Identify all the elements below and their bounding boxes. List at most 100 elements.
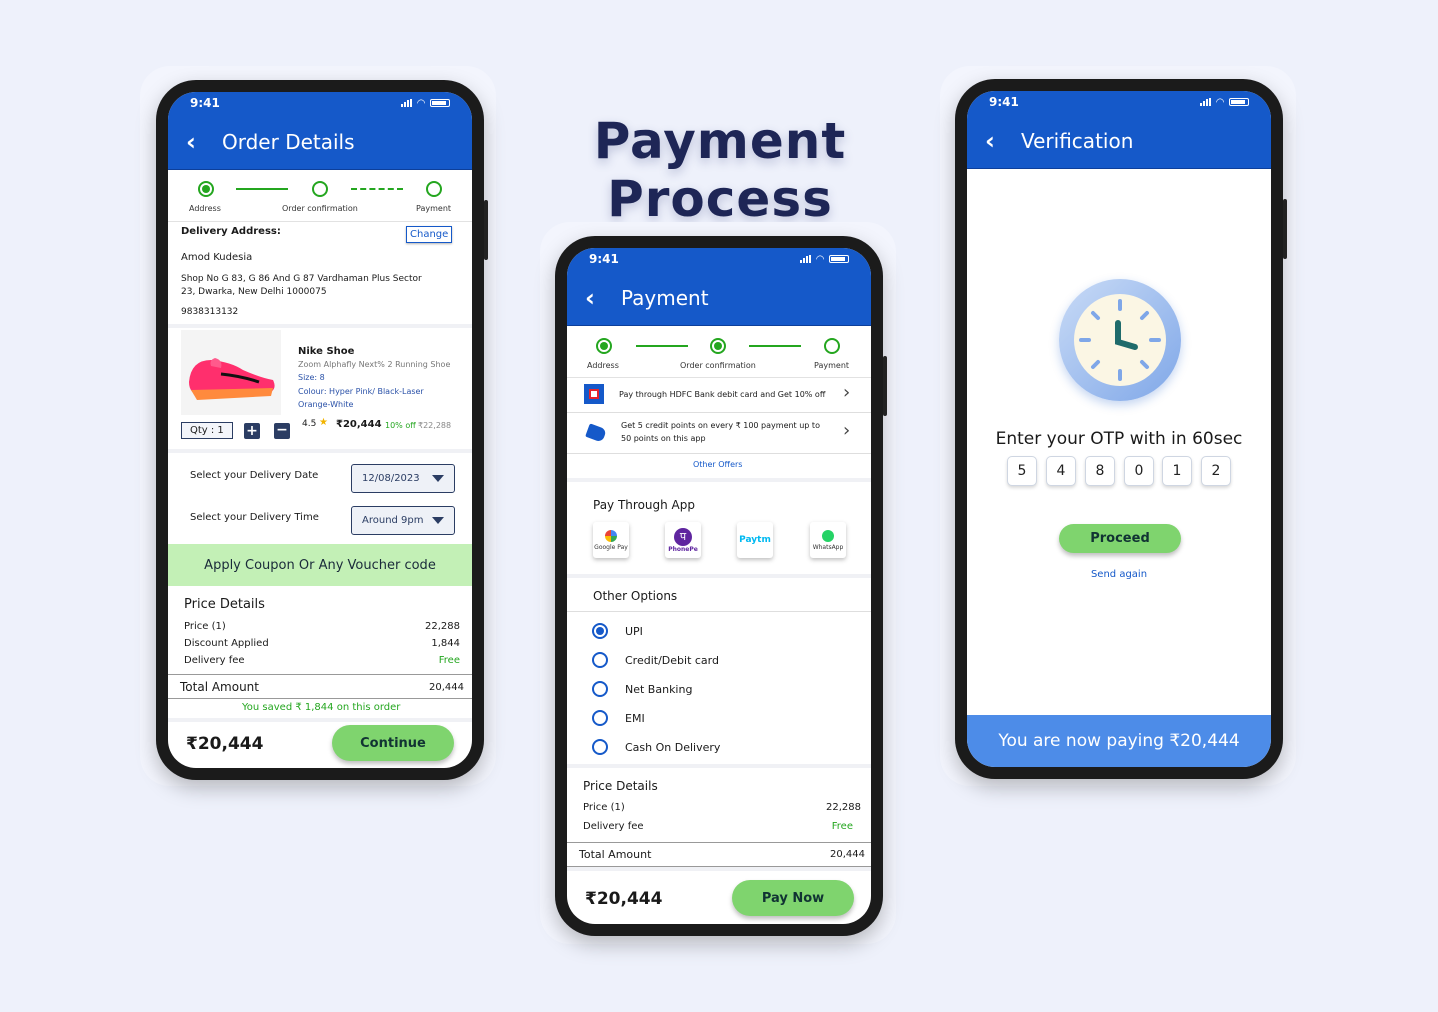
proceed-button[interactable]: Proceed (1059, 524, 1181, 553)
plus-icon[interactable]: + (244, 423, 260, 439)
phone-order-details: 9:41 ◠ ‹ Order Details Address Order con… (156, 80, 488, 780)
pay-now-button[interactable]: Pay Now (732, 880, 854, 916)
otp-digit-box[interactable]: 1 (1162, 456, 1192, 486)
step-payment-icon (426, 181, 442, 197)
phone-number: 9838313132 (181, 307, 239, 317)
price-value: 22,288 (826, 802, 861, 813)
price-value: 22,288 (425, 621, 460, 632)
back-arrow-icon[interactable]: ‹ (186, 128, 222, 156)
step-address-icon (596, 338, 612, 354)
radio-net-banking[interactable] (592, 681, 608, 697)
phone-payment: 9:41 ◠ ‹ Payment Address Order confirmat… (555, 236, 887, 936)
continue-button[interactable]: Continue (332, 725, 454, 761)
signal-icon (1200, 98, 1212, 106)
tag-icon (585, 423, 607, 443)
total-amount-label: Total Amount (579, 848, 652, 861)
delivery-fee-value: Free (438, 655, 460, 666)
delivery-date-label: Select your Delivery Date (190, 470, 319, 481)
otp-digit-box[interactable]: 0 (1124, 456, 1154, 486)
address-line: 23, Dwarka, New Delhi 1000075 (181, 287, 327, 297)
signal-icon (800, 255, 812, 263)
status-bar: 9:41 ◠ (567, 248, 871, 270)
product-discount: 10% off (385, 421, 416, 430)
battery-icon (1229, 98, 1249, 106)
price-details-title: Price Details (184, 597, 265, 612)
delivery-fee-label: Delivery fee (583, 821, 644, 832)
delivery-fee-label: Delivery fee (184, 655, 245, 666)
whatsapp-icon[interactable]: WhatsApp (810, 522, 846, 558)
step-label: Payment (814, 361, 850, 370)
otp-digit-box[interactable]: 2 (1201, 456, 1231, 486)
status-bar: 9:41 ◠ (168, 92, 472, 114)
other-options-title: Other Options (593, 589, 678, 603)
status-time: 9:41 (190, 96, 220, 110)
other-offers-link[interactable]: Other Offers (693, 460, 742, 469)
delivery-date-dropdown[interactable]: 12/08/2023 (351, 464, 455, 493)
send-again-link[interactable]: Send again (967, 569, 1271, 580)
total-amount-value: 20,444 (830, 849, 865, 860)
price-label: Price (1) (583, 802, 625, 813)
order-stepper: Address Order confirmation Payment (168, 170, 472, 222)
option-label: UPI (625, 625, 643, 638)
radio-cash-on-delivery[interactable] (592, 739, 608, 755)
wifi-icon: ◠ (816, 253, 824, 265)
wifi-icon: ◠ (417, 97, 425, 109)
radio-upi[interactable] (592, 623, 608, 639)
step-label: Order confirmation (680, 361, 756, 370)
step-label: Order confirmation (282, 204, 358, 213)
chevron-right-icon[interactable]: › (843, 382, 850, 403)
total-amount-label: Total Amount (180, 680, 259, 694)
discount-label: Discount Applied (184, 638, 269, 649)
offer-text: Pay through HDFC Bank debit card and Get… (619, 390, 826, 399)
change-address-button[interactable]: Change (406, 226, 453, 243)
savings-note: You saved ₹ 1,844 on this order (242, 702, 401, 713)
price-details-title: Price Details (583, 779, 658, 793)
status-time: 9:41 (589, 252, 619, 266)
address-line: Shop No G 83, G 86 And G 87 Vardhaman Pl… (181, 274, 422, 284)
product-rating: 4.5 (302, 419, 317, 429)
verification-screen: 9:41 ◠ ‹ Verification Enter your OTP wit… (967, 91, 1271, 767)
otp-digit-box[interactable]: 4 (1046, 456, 1076, 486)
product-image (181, 330, 281, 415)
offer-text: Get 5 credit points on every ₹ 100 payme… (621, 421, 820, 430)
apply-coupon-button[interactable]: Apply Coupon Or Any Voucher code (168, 544, 472, 586)
step-label: Payment (416, 204, 452, 213)
product-name: Nike Shoe (298, 346, 355, 357)
total-amount-value: 20,444 (429, 682, 464, 693)
payment-screen: 9:41 ◠ ‹ Payment Address Order confirmat… (567, 248, 871, 924)
radio-credit-debit-card[interactable] (592, 652, 608, 668)
star-icon: ★ (319, 417, 328, 428)
back-arrow-icon[interactable]: ‹ (985, 127, 1021, 155)
product-model: Zoom Alphafly Next% 2 Running Shoe (298, 360, 451, 369)
step-label: Address (189, 204, 221, 213)
paytm-icon[interactable]: Paytm (737, 522, 773, 558)
delivery-fee-value: Free (831, 821, 853, 832)
otp-digit-box[interactable]: 5 (1007, 456, 1037, 486)
battery-icon (829, 255, 849, 263)
phonepe-icon[interactable]: प PhonePe (665, 522, 701, 558)
clock-icon (1059, 279, 1181, 401)
option-label: Cash On Delivery (625, 741, 721, 754)
status-bar: 9:41 ◠ (967, 91, 1271, 113)
status-time: 9:41 (989, 95, 1019, 109)
step-order-confirmation-icon (710, 338, 726, 354)
minus-icon[interactable]: − (274, 423, 290, 439)
app-bar: ‹ Order Details (168, 114, 472, 170)
quantity-field[interactable]: Qty : 1 (181, 422, 233, 439)
radio-emi[interactable] (592, 710, 608, 726)
payment-stepper: Address Order confirmation Payment (567, 326, 871, 378)
otp-digit-box[interactable]: 8 (1085, 456, 1115, 486)
step-address-icon (198, 181, 214, 197)
discount-value: 1,844 (431, 638, 460, 649)
product-price: ₹20,444 (336, 419, 382, 430)
price-label: Price (1) (184, 621, 226, 632)
chevron-right-icon[interactable]: › (843, 420, 850, 441)
google-pay-icon[interactable]: Google Pay (593, 522, 629, 558)
delivery-time-dropdown[interactable]: Around 9pm (351, 506, 455, 535)
product-colour: Colour: Hyper Pink/ Black-Laser (298, 387, 424, 396)
hdfc-bank-icon (584, 384, 604, 404)
footer-amount: ₹20,444 (585, 889, 663, 909)
step-order-confirmation-icon (312, 181, 328, 197)
back-arrow-icon[interactable]: ‹ (585, 284, 621, 312)
app-bar-title: Order Details (222, 129, 355, 154)
